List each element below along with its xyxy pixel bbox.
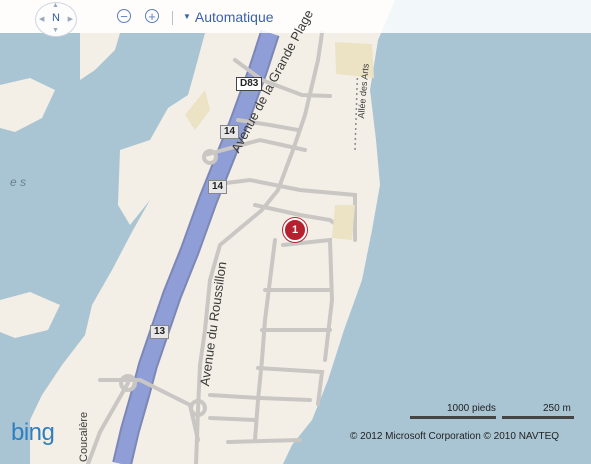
water-label-partial: e s <box>10 175 27 189</box>
road-label-coucalere: Coucalère <box>78 411 90 462</box>
road-shield-13: 13 <box>150 325 170 339</box>
scale-bar-feet <box>410 416 496 419</box>
copyright-text: © 2012 Microsoft Corporation © 2010 NAVT… <box>350 431 560 442</box>
map-canvas[interactable]: ◀ ▶ ▲ ▼ N − + ▼ Automatique D83 14 14 13 … <box>0 0 591 464</box>
scale-meters-label: 250 m <box>543 403 571 414</box>
scale-feet-label: 1000 pieds <box>447 403 496 414</box>
road <box>226 438 302 444</box>
map-style-dropdown[interactable]: ▼ Automatique <box>183 9 274 25</box>
road-shield-14: 14 <box>208 180 228 194</box>
road <box>208 416 257 422</box>
park-area <box>332 205 355 240</box>
dropdown-caret-icon: ▼ <box>183 12 191 21</box>
location-pin[interactable]: 1 <box>283 218 307 242</box>
zoom-in-icon[interactable]: + <box>145 9 159 23</box>
compass-north-label: N <box>52 12 60 24</box>
toolbar-separator <box>172 11 173 25</box>
compass-control[interactable]: ◀ ▶ ▲ ▼ N <box>35 2 77 37</box>
pan-down-icon[interactable]: ▼ <box>52 27 59 34</box>
scale-bar-meters <box>502 416 574 419</box>
pan-up-icon[interactable]: ▲ <box>52 2 59 9</box>
bing-logo[interactable]: bing <box>11 419 55 447</box>
zoom-out-icon[interactable]: − <box>117 9 131 23</box>
map-style-label: Automatique <box>194 9 274 25</box>
